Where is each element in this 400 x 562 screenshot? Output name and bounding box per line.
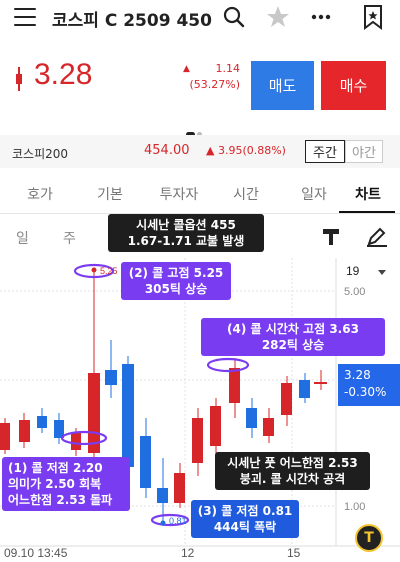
candle [281,383,292,415]
tab-bar: 호가 기본 투자자 시간 일자 차트 [0,174,400,214]
current-price-tag-value: 3.28 [344,368,371,382]
bookmark-icon[interactable] [362,3,384,31]
annotation-box: (4) 콜 시간차 고점 3.63 282틱 상승 [201,318,385,356]
search-icon[interactable] [222,3,246,31]
annotation-line: 의미가 2.50 회복 [8,477,102,491]
current-price: 3.28 [34,58,93,91]
candle [140,436,151,488]
x-tick-label: 12 [181,546,195,560]
dropdown-arrow-icon [378,270,386,275]
tab-daily[interactable]: 일자 [285,184,343,204]
low-marker-dot [160,520,166,526]
candle [37,416,47,428]
buy-button[interactable]: 매수 [321,61,386,110]
candle [174,473,185,503]
index-change: ▲ 3.95(0.88%) [206,144,286,157]
price-row: 3.28 ▲ 1.14 (53.27%) 매도 매수 [0,40,400,120]
tab-investor[interactable]: 투자자 [150,184,208,204]
tab-chart[interactable]: 차트 [339,184,397,204]
annotation-line: (4) 콜 시간차 고점 3.63 [227,322,359,336]
hamburger-menu-icon[interactable] [14,8,36,26]
candle [122,364,134,467]
period-day[interactable]: 일 [16,228,29,248]
sell-button[interactable]: 매도 [251,61,314,110]
annotation-line: 시세난 풋 어느한점 2.53 [227,456,358,470]
annotation-line: (2) 콜 고점 5.25 [128,266,224,280]
annotation-box: 시세난 풋 어느한점 2.53 붕괴. 콜 시간차 공격 [215,452,370,490]
annotation-line: (3) 콜 저점 0.81 [197,504,293,518]
candle-icon [16,67,22,91]
t-logo-icon[interactable]: T [355,524,383,552]
candle [157,488,168,503]
candle [71,432,81,450]
session-toggle-day[interactable]: 주간 [305,140,345,163]
annotation-line: 282틱 상승 [261,338,325,352]
pen-icon[interactable] [365,226,389,248]
candle [0,423,10,450]
tab-time[interactable]: 시간 [217,184,275,204]
candle [210,406,221,446]
candle [263,418,274,436]
page-title: 코스피 C 2509 450.0 [52,11,212,31]
annotation-box: (1) 콜 저점 2.20 의미가 2.50 회복 어느한점 2.53 돌파 [2,457,130,511]
high-marker-dot [91,267,97,273]
active-tab-indicator [339,211,395,213]
candle [192,418,203,463]
index-bar: 코스피200 454.00 ▲ 3.95(0.88%) 주간 야간 [0,135,400,168]
annotation-box: (3) 콜 저점 0.81 444틱 폭락 [191,500,299,538]
annotation-line: 305틱 상승 [144,282,208,296]
interval-label: 19 [346,264,360,278]
annotation-box: 시세난 콜옵션 455 1.67-1.71 교불 발생 [108,214,264,252]
candle [246,408,257,428]
annotation-box: (2) 콜 고점 5.25 305틱 상승 [121,262,231,300]
y-tick-label: 5.00 [344,286,365,298]
annotation-line: 시세난 콜옵션 455 [136,218,236,232]
index-price: 454.00 [144,143,190,158]
high-marker: 5.25 [100,266,118,276]
annotation-line: 붕괴. 콜 시간차 공격 [239,472,346,486]
index-name: 코스피200 [12,147,69,161]
price-change: 1.14 [215,62,241,75]
current-price-tag-pct: -0.30% [344,385,387,399]
tab-basic[interactable]: 기본 [81,184,139,204]
more-icon[interactable] [311,3,331,31]
candle [314,382,327,384]
candle [299,380,310,398]
session-toggle-night[interactable]: 야간 [345,140,383,163]
candle [88,373,100,453]
x-tick-label: 09.10 13:45 [4,546,68,560]
annotation-line: 어느한점 2.53 돌파 [8,493,113,507]
tab-orderbook[interactable]: 호가 [11,184,69,204]
annotation-line: 1.67-1.71 교불 발생 [127,234,245,248]
period-week[interactable]: 주 [63,228,76,248]
annotation-line: 444틱 폭락 [213,520,277,534]
candle [105,370,117,385]
drawing-tool-icon[interactable] [320,226,342,248]
top-bar: 코스피 C 2509 450.0 [0,0,400,36]
low-marker: 0.81 [169,516,187,526]
up-arrow-icon: ▲ [183,64,190,74]
current-price-tag: 3.28 -0.30% [338,364,400,406]
candle [229,368,240,403]
price-change-pct: (53.27%) [189,78,240,91]
star-icon[interactable] [265,3,291,31]
annotation-line: (1) 콜 저점 2.20 [8,461,103,475]
candle [19,420,30,442]
y-tick-label: 1.00 [344,501,365,513]
x-tick-label: 15 [287,546,301,560]
